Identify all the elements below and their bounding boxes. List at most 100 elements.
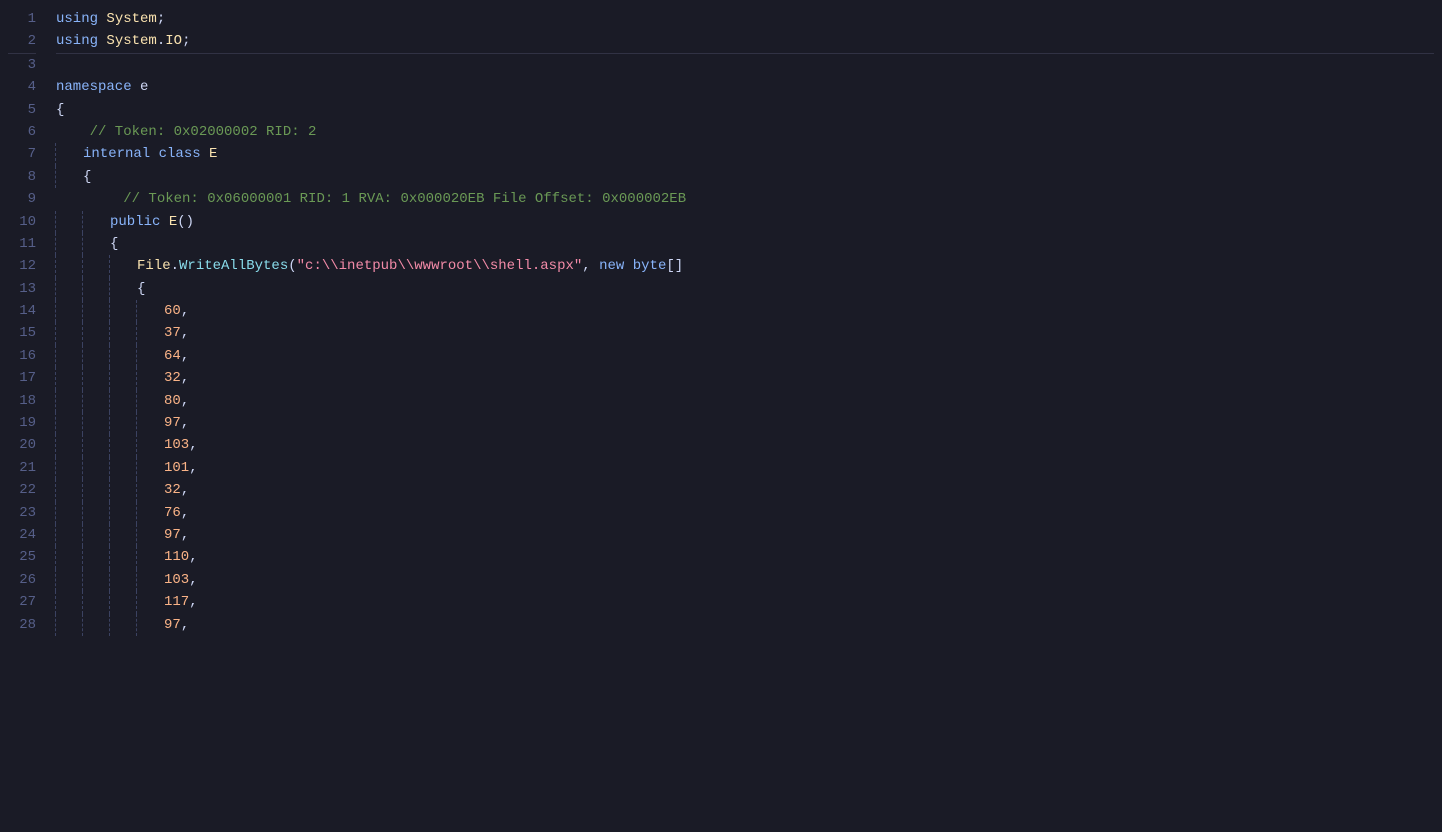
line-number: 6 [8, 121, 36, 143]
line-number: 17 [8, 367, 36, 389]
code-line: 64, [56, 345, 1434, 367]
token-type-name: IO [165, 30, 182, 52]
token-punctuation: , [181, 300, 189, 322]
indent-guide [55, 390, 83, 412]
token-punctuation: { [137, 278, 145, 300]
token-punctuation: [] [666, 255, 683, 277]
indent-guide [136, 591, 164, 613]
indent-guide [109, 591, 137, 613]
code-line: // Token: 0x02000002 RID: 2 [56, 121, 1434, 143]
code-line: using System; [56, 8, 1434, 30]
line-number: 11 [8, 233, 36, 255]
indent-guide [82, 591, 110, 613]
indent-guide [55, 345, 83, 367]
token-punctuation: , [582, 255, 599, 277]
indent-guide [136, 434, 164, 456]
indent-guide [82, 614, 110, 636]
indent-guide [82, 278, 110, 300]
token-punctuation: , [181, 322, 189, 344]
indent-guide [109, 255, 137, 277]
code-line: 103, [56, 434, 1434, 456]
indent-guide [109, 345, 137, 367]
token-number: 64 [164, 345, 181, 367]
indent-guide [82, 412, 110, 434]
line-number: 5 [8, 99, 36, 121]
line-number: 23 [8, 502, 36, 524]
line-number: 1 [8, 8, 36, 30]
indent-guide [109, 434, 137, 456]
indent-guide [82, 345, 110, 367]
token-punctuation: , [181, 479, 189, 501]
code-area: using System;using System.IO; namespace … [48, 8, 1442, 824]
token-punctuation: , [189, 434, 197, 456]
indent-guide [82, 457, 110, 479]
indent-guide [136, 524, 164, 546]
token-kw-byte: byte [633, 255, 667, 277]
token-punctuation [201, 143, 209, 165]
indent-guide [82, 322, 110, 344]
indent-guide [109, 479, 137, 501]
indent-guide [55, 569, 83, 591]
indent-guide [55, 367, 83, 389]
code-line: public E() [56, 211, 1434, 233]
indent-guide [55, 591, 83, 613]
token-punctuation: { [83, 166, 91, 188]
code-line: 97, [56, 614, 1434, 636]
indent-guide [55, 614, 83, 636]
indent-guide [109, 614, 137, 636]
line-number: 27 [8, 591, 36, 613]
code-line: 101, [56, 457, 1434, 479]
token-number: 103 [164, 434, 189, 456]
indent-guide [55, 457, 83, 479]
line-number: 26 [8, 569, 36, 591]
token-kw-new: new [599, 255, 624, 277]
line-number: 16 [8, 345, 36, 367]
code-line: 32, [56, 367, 1434, 389]
indent-guide [82, 546, 110, 568]
indent-guide [55, 412, 83, 434]
indent-guide [55, 524, 83, 546]
indent-guide [55, 434, 83, 456]
token-kw-namespace: namespace [56, 76, 132, 98]
indent-guide [109, 300, 137, 322]
code-line: 76, [56, 502, 1434, 524]
token-punctuation: ; [157, 8, 165, 30]
token-punctuation [160, 211, 168, 233]
indent-guide [109, 390, 137, 412]
token-punctuation: , [181, 502, 189, 524]
indent-guide [109, 412, 137, 434]
code-line: 97, [56, 524, 1434, 546]
token-number: 97 [164, 524, 181, 546]
indent-guide [109, 502, 137, 524]
token-number: 37 [164, 322, 181, 344]
indent-guide [136, 502, 164, 524]
token-kw-internal: internal [83, 143, 150, 165]
token-punctuation [98, 30, 106, 52]
code-line: { [56, 166, 1434, 188]
code-line: 80, [56, 390, 1434, 412]
line-numbers: 1234567891011121314151617181920212223242… [0, 8, 48, 824]
indent-guide [136, 546, 164, 568]
indent-guide [55, 479, 83, 501]
token-number: 101 [164, 457, 189, 479]
token-type-name: System [106, 30, 156, 52]
indent-guide [82, 502, 110, 524]
indent-guide [55, 211, 83, 233]
token-number: 32 [164, 367, 181, 389]
code-line: using System.IO; [56, 30, 1434, 53]
code-line: 32, [56, 479, 1434, 501]
indent-guide [136, 479, 164, 501]
token-number: 110 [164, 546, 189, 568]
indent-guide [55, 502, 83, 524]
indent-guide [109, 546, 137, 568]
token-punctuation: . [171, 255, 179, 277]
indent-guide [109, 569, 137, 591]
indent-guide [136, 412, 164, 434]
token-punctuation: , [189, 457, 197, 479]
indent-guide [109, 322, 137, 344]
token-kw-using: using [56, 8, 98, 30]
indent-guide [82, 233, 110, 255]
indent-guide [55, 278, 83, 300]
token-punctuation: ( [288, 255, 296, 277]
token-punctuation: { [56, 99, 64, 121]
